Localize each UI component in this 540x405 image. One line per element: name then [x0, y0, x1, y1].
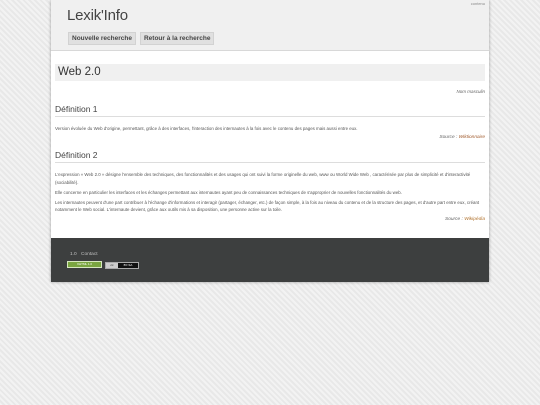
definition-2-paragraph: Elle concerne en particulier les interfa… — [55, 189, 402, 195]
creative-commons-badge[interactable]: cc BY-SA — [105, 262, 139, 269]
definition-2-paragraph: Les internautes peuvent d'une part contr… — [55, 200, 480, 213]
source-link-wiktionnaire[interactable]: Wiktionnaire — [459, 135, 485, 140]
definition-1-paragraph: Version évoluée du Web d'origine, permet… — [55, 126, 358, 131]
footer-link-version[interactable]: 1.0 — [70, 252, 77, 257]
definition-2-source: Source : Wikipédia — [55, 217, 485, 222]
definition-2-text: L'expression « Web 2.0 » désigne l'ensem… — [55, 171, 485, 213]
definition-2-paragraph: L'expression « Web 2.0 » désigne l'ensem… — [55, 172, 471, 185]
word-gender: Nom masculin — [456, 89, 485, 94]
top-corner-link[interactable]: contenu — [471, 1, 485, 6]
xhtml-valid-badge[interactable]: XHTML 1.0 — [67, 261, 102, 268]
header: Lexik'Info contenu Nouvelle recherche Re… — [51, 0, 489, 51]
footer-link-contact[interactable]: Contact — [81, 252, 98, 257]
definition-1-title: Définition 1 — [55, 104, 485, 117]
source-link-wikipedia[interactable]: Wikipédia — [464, 217, 485, 222]
nav-bar: Nouvelle recherche Retour à la recherche — [68, 32, 215, 45]
source-label: Source : — [439, 135, 458, 141]
cc-icon: cc — [106, 263, 118, 268]
source-label: Source : — [445, 216, 463, 222]
back-to-search-button[interactable]: Retour à la recherche — [139, 32, 215, 45]
new-search-button[interactable]: Nouvelle recherche — [68, 32, 136, 45]
main-content: Web 2.0 Nom masculin Définition 1 Versio… — [55, 64, 485, 222]
footer-links: 1.0 Contact — [70, 252, 101, 257]
definition-1-text: Version évoluée du Web d'origine, permet… — [55, 125, 485, 132]
definition-1-source: Source : Wiktionnaire — [55, 135, 485, 140]
cc-license-text: BY-SA — [123, 263, 133, 267]
word-title: Web 2.0 — [55, 64, 485, 81]
definition-2-title: Définition 2 — [55, 150, 485, 164]
site-title[interactable]: Lexik'Info — [67, 7, 128, 24]
page-container: Lexik'Info contenu Nouvelle recherche Re… — [51, 0, 489, 282]
footer: 1.0 Contact XHTML 1.0 cc BY-SA — [51, 238, 489, 282]
